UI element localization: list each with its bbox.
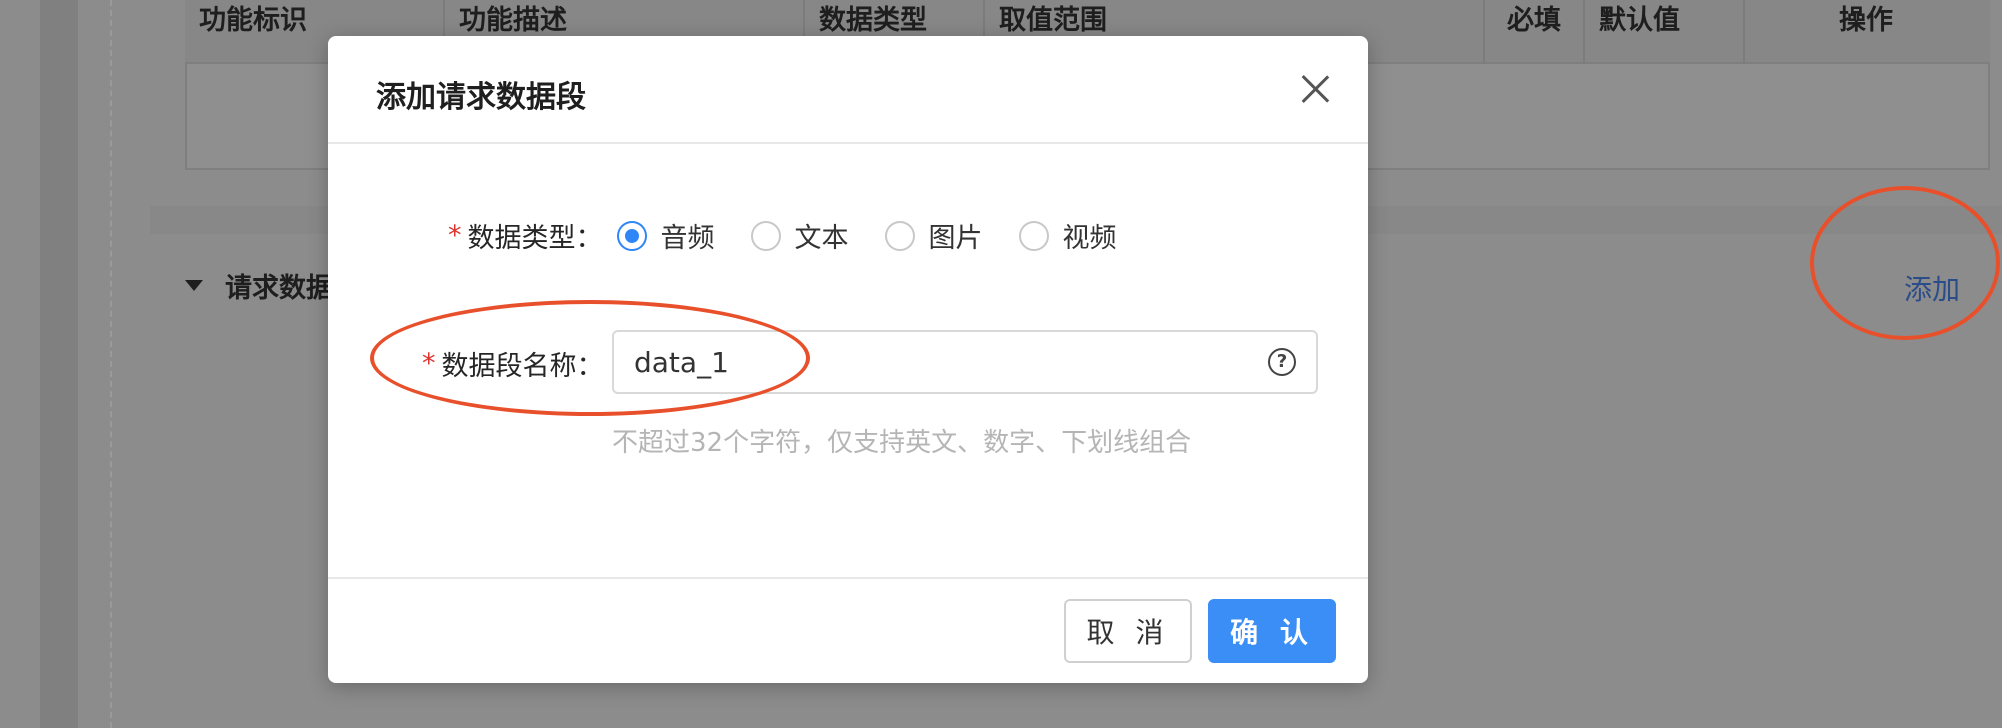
radio-label: 视频: [1062, 223, 1117, 254]
background-sidebar-strip: [40, 0, 78, 728]
field-name-hint: 不超过32个字符，仅支持英文、数字、下划线组合: [612, 428, 1192, 458]
required-mark: *: [448, 220, 462, 251]
radio-unchecked-icon: [884, 220, 915, 251]
radio-unchecked-icon: [750, 220, 781, 251]
section-title-text: 请求数据: [225, 273, 333, 304]
cancel-button[interactable]: 取 消: [1064, 599, 1192, 663]
modal-footer: 取 消 确 认: [328, 577, 1368, 683]
radio-audio[interactable]: 音频: [616, 216, 715, 255]
radio-label: 音频: [660, 223, 715, 254]
data-type-radio-group: 音频 文本 图片 视频: [616, 216, 1153, 255]
question-circle-icon[interactable]: ?: [1268, 348, 1296, 376]
annotation-circle-add: [1810, 186, 2000, 340]
close-icon[interactable]: [1300, 74, 1330, 104]
table-header-cell: 操作: [1743, 0, 1990, 64]
caret-down-icon: [185, 280, 203, 291]
annotation-circle-field-name: [370, 300, 810, 416]
radio-video[interactable]: 视频: [1018, 216, 1117, 255]
table-header-cell: 必填: [1483, 0, 1583, 64]
data-type-label: 数据类型：: [467, 223, 603, 254]
data-type-row: * 数据类型： 音频 文本 图片 视频: [448, 216, 1153, 255]
request-data-section-title[interactable]: 请求数据: [185, 266, 333, 305]
radio-label: 图片: [928, 223, 983, 254]
radio-image[interactable]: 图片: [884, 216, 983, 255]
radio-text[interactable]: 文本: [750, 216, 849, 255]
background-divider: [110, 0, 112, 728]
radio-checked-icon: [616, 220, 647, 251]
radio-unchecked-icon: [1018, 220, 1049, 251]
modal-title: 添加请求数据段: [376, 80, 586, 115]
table-header-cell: 默认值: [1583, 0, 1743, 64]
add-request-data-segment-dialog: 添加请求数据段 * 数据类型： 音频 文本 图片 视频 * 数据段名称： dat…: [328, 36, 1368, 683]
modal-header: 添加请求数据段: [328, 36, 1368, 144]
radio-label: 文本: [794, 223, 849, 254]
confirm-button[interactable]: 确 认: [1208, 599, 1336, 663]
